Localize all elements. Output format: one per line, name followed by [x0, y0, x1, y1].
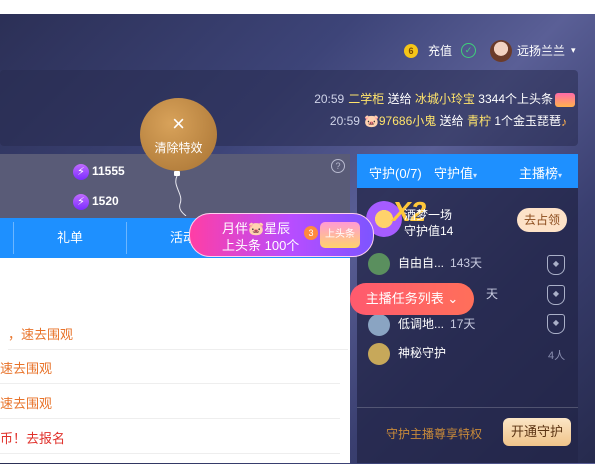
shield-icon: ◆ — [547, 314, 565, 334]
mystery-guard-icon — [368, 343, 390, 365]
tab-anchor-rank[interactable]: 主播榜▾ — [519, 163, 562, 182]
gift-icon — [555, 92, 575, 107]
tab-guard-value[interactable]: 守护值▾ — [434, 163, 477, 182]
lute-icon: ♪ — [561, 114, 567, 129]
open-guard-button[interactable]: 开通守护 — [503, 418, 571, 446]
gift-feed-item: 20:59 🐷97686小鬼 送给 青柠 1个金玉琵琶♪ — [330, 112, 575, 129]
mystery-guard-count: 4人 — [548, 350, 566, 362]
top-guard-value: 守护值14 — [404, 224, 454, 238]
username[interactable]: 远扬兰兰 — [517, 44, 565, 58]
lightning-icon: ⚡ — [73, 194, 89, 210]
promo-banner[interactable]: 月伴🐷星辰 上头条 100个 3 上头条 — [189, 213, 374, 257]
help-icon[interactable]: ? — [331, 159, 345, 173]
tab-guard[interactable]: 守护(0/7) — [369, 163, 422, 182]
clear-effects-button[interactable]: × 清除特效 — [140, 98, 217, 171]
lightning-icon: ⚡ — [73, 164, 89, 180]
stat-row: ⚡ 1520 — [73, 194, 119, 210]
coin-icon: 6 — [404, 44, 418, 58]
top-white-bar — [0, 0, 595, 14]
chevron-down-icon: ▾ — [558, 171, 563, 180]
header: 6 充值 ✓ 远扬兰兰 ▾ — [0, 14, 595, 64]
tab-gift-list[interactable]: 礼单 — [14, 218, 126, 258]
guard-list-item[interactable]: 低调地... 17天 — [368, 314, 475, 336]
chevron-down-icon[interactable]: ▾ — [571, 45, 576, 56]
message-item[interactable]: ，速去围观 — [8, 324, 348, 350]
headline-gift-icon: 上头条 — [320, 222, 360, 248]
balloon-string — [175, 176, 187, 216]
message-item[interactable]: 速去围观 — [0, 358, 340, 384]
shield-icon: ◆ — [547, 255, 565, 275]
clear-effects-label: 清除特效 — [154, 141, 203, 155]
guard-privilege-link[interactable]: 守护主播尊享特权 — [386, 425, 482, 442]
avatar — [368, 253, 390, 275]
gift-feed-panel — [0, 70, 578, 146]
message-item[interactable]: 速去围观 — [0, 393, 340, 419]
chevron-down-icon: ⌄ — [443, 291, 459, 306]
gift-feed-item: 20:59 二学柜 送给 冰城小玲宝 3344个上头条 — [314, 90, 575, 107]
guard-list-item[interactable]: 自由自... 143天 — [368, 253, 482, 275]
occupy-button[interactable]: 去占领 — [517, 208, 567, 232]
shield-icon: ◆ — [547, 285, 565, 305]
close-icon: × — [172, 111, 185, 136]
avatar[interactable] — [490, 40, 512, 62]
check-icon[interactable]: ✓ — [461, 43, 476, 58]
chevron-down-icon: ▾ — [473, 171, 478, 180]
top-guard-name: 酒梦一场 — [404, 208, 453, 222]
anchor-task-list-button[interactable]: 主播任务列表 ⌄ — [350, 283, 474, 315]
avatar — [368, 314, 390, 336]
promo-line-2: 上头条 100个 — [222, 238, 300, 253]
guard-list-item[interactable]: 神秘守护 — [368, 343, 446, 365]
right-tab-bar: 守护(0/7) 守护值▾ 主播榜▾ — [357, 154, 578, 188]
message-item[interactable]: 币！去报名 — [0, 428, 340, 454]
stat-row: ⚡ 11555 — [73, 164, 125, 180]
recharge-button[interactable]: 充值 — [428, 44, 452, 58]
promo-number-badge: 3 — [304, 226, 318, 240]
